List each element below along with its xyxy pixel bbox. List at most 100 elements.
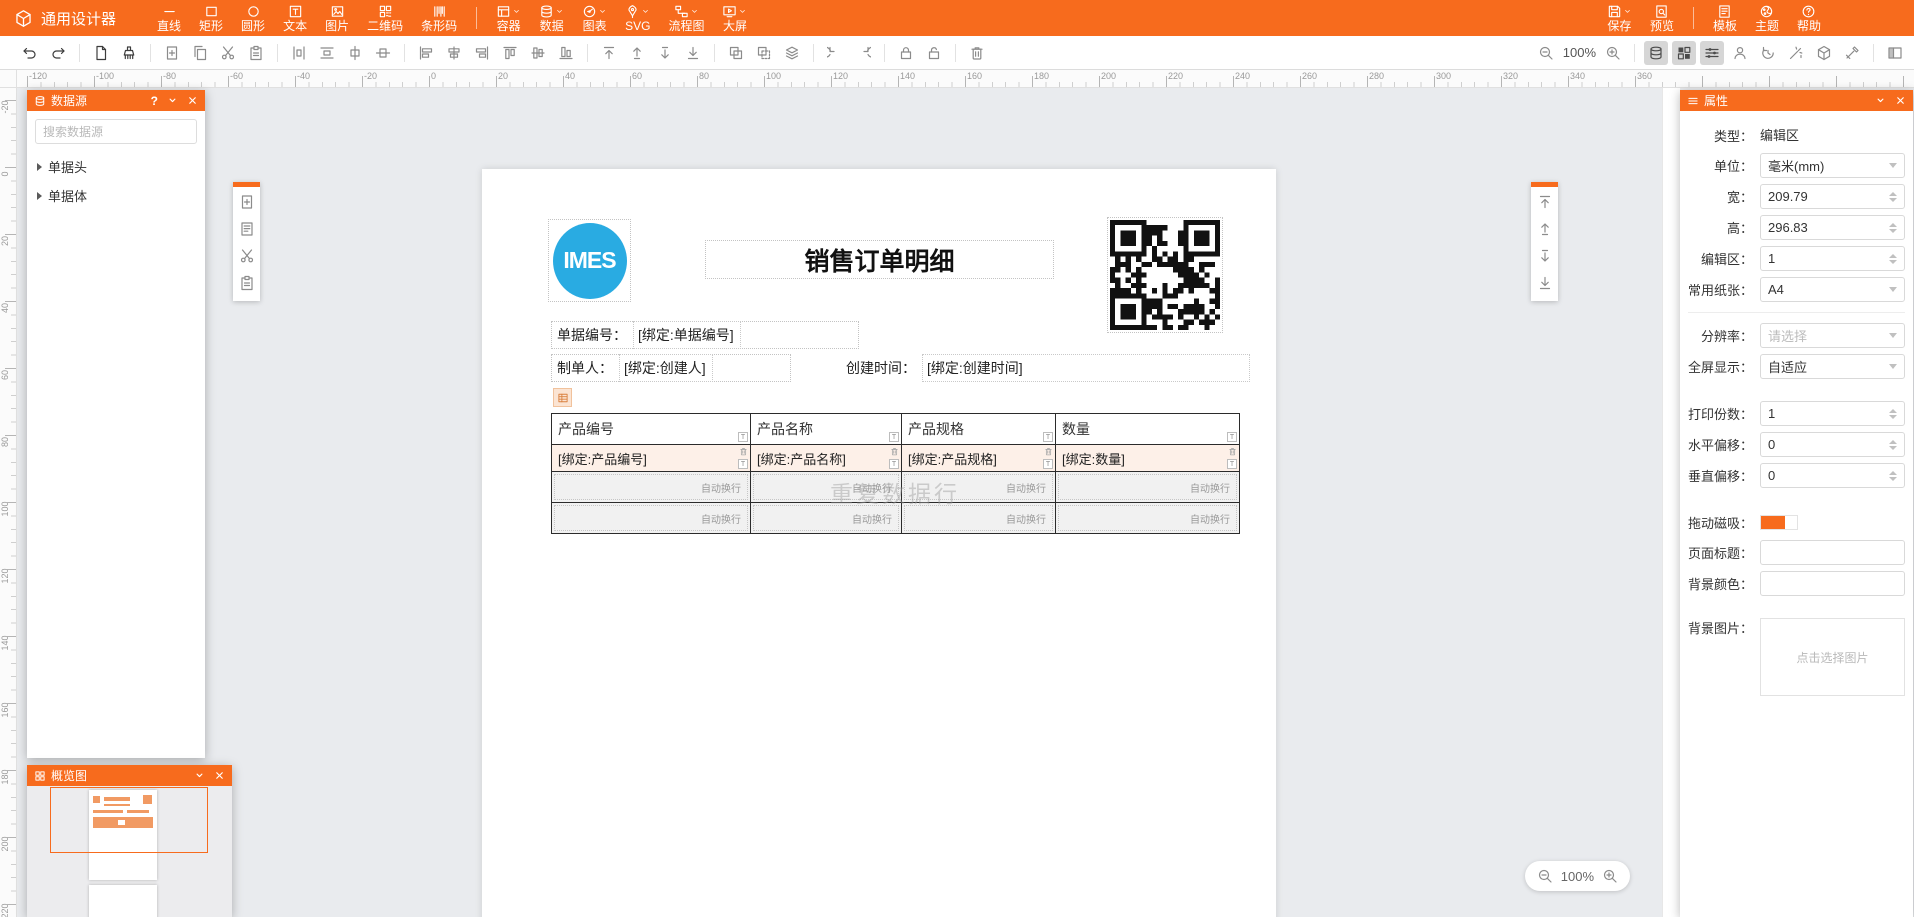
tools-button[interactable] [1840,41,1864,65]
minibar-paste-button[interactable] [235,271,259,295]
unit-select[interactable]: 毫米(mm) [1760,153,1905,178]
ungroup-button[interactable] [752,41,776,65]
spinner-arrows[interactable] [1889,192,1897,202]
table-header-cell[interactable]: 产品名称T [751,414,902,445]
spinner-arrows[interactable] [1889,223,1897,233]
bg-color-input[interactable] [1760,571,1905,596]
delete-button[interactable] [965,41,989,65]
logo-element[interactable]: IMES [548,219,631,302]
clear-canvas-button[interactable] [117,41,141,65]
toggle-properties-panel-button[interactable] [1700,41,1724,65]
tool-circle[interactable]: 圆形 [232,0,274,36]
table-binding-cell[interactable]: [绑定:数量]T [1056,445,1240,472]
canvas-zoom-out-button[interactable] [1536,867,1554,885]
delete-cell-icon[interactable] [1228,447,1237,456]
order-no-field[interactable]: 单据编号： [绑定:单据编号] [551,321,859,349]
minibar-insert-button[interactable] [235,190,259,214]
table-binding-cell[interactable]: [绑定:产品名称]T [751,445,902,472]
print-copies-stepper[interactable]: 1 [1760,401,1905,426]
tool-svg[interactable]: SVG [616,0,659,36]
distribute-vertical-button[interactable] [287,41,311,65]
tool-template[interactable]: 模板 [1704,0,1746,36]
rotate-left-button[interactable] [823,41,847,65]
table-repeat-cell[interactable]: 自动换行 [552,472,751,503]
qr-code-element[interactable] [1107,217,1223,333]
tool-container[interactable]: 容器 [487,0,530,36]
spinner-arrows[interactable] [1889,254,1897,264]
unlock-button[interactable] [922,41,946,65]
align-bottom-button[interactable] [554,41,578,65]
offset-y-stepper[interactable]: 0 [1760,463,1905,488]
height-stepper[interactable]: 296.83 [1760,215,1905,240]
distribute-horizontal-button[interactable] [315,41,339,65]
new-page-button[interactable] [89,41,113,65]
company-logo[interactable]: IMES [553,223,627,299]
offset-x-stepper[interactable]: 0 [1760,432,1905,457]
spinner-arrows[interactable] [1889,440,1897,450]
delete-cell-icon[interactable] [739,447,748,456]
spinner-arrows[interactable] [1889,471,1897,481]
table-repeat-cell[interactable]: 自动换行 [1056,503,1240,534]
zoom-in-button[interactable] [1601,41,1625,65]
report-title-element[interactable]: 销售订单明细 [705,240,1054,279]
table-repeat-cell[interactable]: 自动换行 [751,503,902,534]
tool-chart[interactable]: 图表 [573,0,616,36]
datasource-help-button[interactable]: ? [151,95,158,107]
minibar-cut-button[interactable] [235,244,259,268]
edit-area-stepper[interactable]: 1 [1760,246,1905,271]
table-header-cell[interactable]: 数量T [1056,414,1240,445]
drag-snap-toggle[interactable] [1760,515,1798,530]
expand-triangle-icon[interactable] [37,192,42,200]
datasource-close-button[interactable] [187,95,198,106]
ctime-field[interactable]: 创建时间： [绑定:创建时间] [846,354,1250,382]
toggle-datasource-panel-button[interactable] [1644,41,1668,65]
canvas-zoom-in-button[interactable] [1601,867,1619,885]
paper-size-select[interactable]: A4 [1760,277,1905,302]
overview-viewport[interactable] [50,787,208,853]
center-vertical-button[interactable] [343,41,367,65]
table-binding-cell[interactable]: [绑定:产品编号]T [552,445,751,472]
align-top-button[interactable] [498,41,522,65]
ctime-binding[interactable]: [绑定:创建时间] [922,354,1250,382]
datasource-item-单据头[interactable]: 单据头 [27,152,205,181]
move-down-button[interactable] [653,41,677,65]
order-no-binding[interactable]: [绑定:单据编号] [633,321,741,349]
tool-save[interactable]: 保存 [1598,0,1641,36]
cut-button[interactable] [216,41,240,65]
maker-field[interactable]: 制单人： [绑定:创建人] [551,354,791,382]
design-canvas[interactable]: IMES 销售订单明细 单据编号： [绑定:单据编号] 制单人： [绑定:创建人… [17,88,1680,917]
datasource-search-input[interactable] [35,119,197,144]
toggle-overview-panel-button[interactable] [1672,41,1696,65]
minibar-send-back-button[interactable] [1533,271,1557,295]
minibar-bring-front-button[interactable] [1533,190,1557,214]
align-middle-vertical-button[interactable] [526,41,550,65]
properties-close-button[interactable] [1895,95,1906,106]
tool-flow[interactable]: 流程图 [659,0,713,36]
datasource-collapse-button[interactable] [167,95,178,106]
maker-binding[interactable]: [绑定:创建人] [619,354,713,382]
table-repeat-cell[interactable]: 自动换行 [1056,472,1240,503]
zoom-out-button[interactable] [1534,41,1558,65]
overview-close-button[interactable] [214,770,225,781]
table-header-cell[interactable]: 产品编号T [552,414,751,445]
overview-collapse-button[interactable] [194,770,205,781]
minibar-move-down-button[interactable] [1533,244,1557,268]
datasource-item-单据体[interactable]: 单据体 [27,181,205,210]
canvas-scrollbar[interactable] [1662,88,1680,917]
group-button[interactable] [724,41,748,65]
table-repeat-cell[interactable]: 自动换行 [902,503,1056,534]
detail-table[interactable]: 产品编号T产品名称T产品规格T数量T [绑定:产品编号]T[绑定:产品名称]T[… [551,413,1240,534]
history-button[interactable] [1756,41,1780,65]
tool-screen[interactable]: 大屏 [713,0,756,36]
tool-data[interactable]: 数据 [530,0,573,36]
tool-image[interactable]: 图片 [316,0,358,36]
properties-collapse-button[interactable] [1875,95,1886,106]
page-title-input[interactable] [1760,540,1905,565]
rotate-right-button[interactable] [851,41,875,65]
table-repeat-cell[interactable]: 自动换行 [751,472,902,503]
bring-to-front-button[interactable] [597,41,621,65]
minibar-copy-button[interactable] [235,217,259,241]
tool-theme[interactable]: 主题 [1746,0,1788,36]
tool-rect[interactable]: 矩形 [190,0,232,36]
expand-triangle-icon[interactable] [37,163,42,171]
